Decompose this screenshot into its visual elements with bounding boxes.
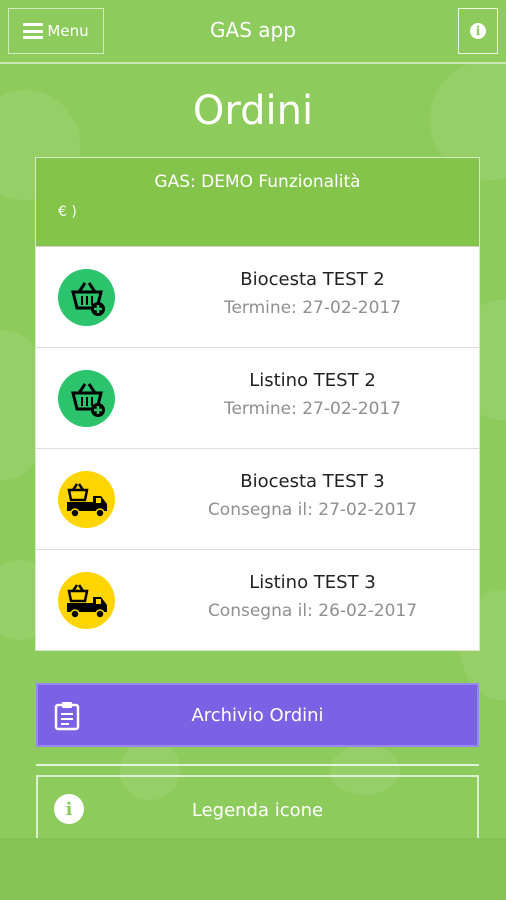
gas-subtitle: € ) <box>58 204 77 220</box>
info-button[interactable]: i <box>458 8 498 54</box>
order-date: Consegna il: 27-02-2017 <box>207 500 418 520</box>
divider <box>36 764 479 766</box>
footer-bar <box>0 838 506 900</box>
icon-legend-label: Legenda icone <box>191 799 324 821</box>
order-name: Listino TEST 3 <box>249 572 376 593</box>
info-icon: i <box>54 794 84 824</box>
order-row[interactable]: Biocesta TEST 3 Consegna il: 27-02-2017 <box>36 449 479 550</box>
order-name: Listino TEST 2 <box>249 370 376 391</box>
order-date: Termine: 27-02-2017 <box>223 399 402 419</box>
order-name: Biocesta TEST 3 <box>240 471 385 492</box>
order-row[interactable]: Listino TEST 3 Consegna il: 26-02-2017 <box>36 550 479 651</box>
icon-legend-button[interactable]: i Legenda icone <box>36 775 479 845</box>
page-title: Ordini <box>192 88 314 134</box>
delivery-truck-icon <box>58 572 115 629</box>
basket-plus-icon <box>58 269 115 326</box>
order-name: Biocesta TEST 2 <box>240 269 385 290</box>
archive-orders-label: Archivio Ordini <box>191 704 324 726</box>
info-icon: i <box>470 23 486 39</box>
app-title: GAS app <box>210 18 296 42</box>
orders-card: GAS: DEMO Funzionalità € ) Biocesta TEST… <box>35 157 480 651</box>
order-row[interactable]: Biocesta TEST 2 Termine: 27-02-2017 <box>36 247 479 348</box>
basket-plus-icon <box>58 370 115 427</box>
clipboard-icon <box>54 701 80 736</box>
order-date: Consegna il: 26-02-2017 <box>207 601 418 621</box>
gas-name: GAS: DEMO Funzionalità <box>154 172 361 192</box>
gas-header: GAS: DEMO Funzionalità € ) <box>36 158 479 247</box>
delivery-truck-icon <box>58 471 115 528</box>
order-date: Termine: 27-02-2017 <box>223 298 402 318</box>
order-row[interactable]: Listino TEST 2 Termine: 27-02-2017 <box>36 348 479 449</box>
top-bar: Menu GAS app i <box>0 0 506 64</box>
archive-orders-button[interactable]: Archivio Ordini <box>36 683 479 747</box>
